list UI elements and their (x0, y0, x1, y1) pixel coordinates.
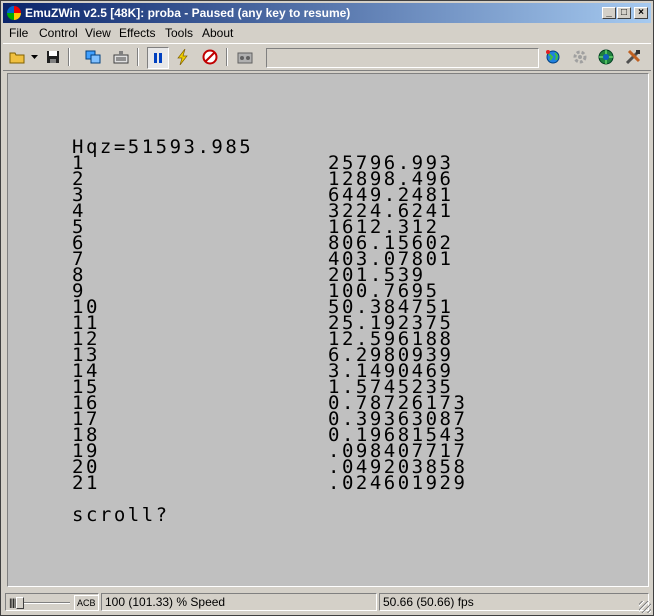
frequency-header: Hqz=51593.985 (72, 136, 254, 158)
speed-field[interactable] (266, 48, 539, 68)
tools-icon[interactable] (623, 47, 643, 67)
toolbar-separator (226, 48, 228, 66)
menu-bar: File Control View Effects Tools About (3, 24, 651, 42)
menu-control[interactable]: Control (39, 26, 78, 40)
fps-status: 50.66 (50.66) fps (379, 593, 649, 611)
pause-icon[interactable] (147, 47, 169, 69)
emulator-screen[interactable]: Hqz=51593.985 1 25796.993 2 12898.496 3 6449.… (9, 75, 647, 585)
window-title: EmuZWin v2.5 [48K]: proba - Paused (any … (25, 6, 351, 20)
acb-button[interactable]: ACB (74, 595, 98, 610)
slider-ticks: |||| (9, 598, 16, 609)
open-folder-icon[interactable] (7, 47, 27, 67)
tape-icon[interactable] (235, 47, 255, 67)
no-sound-icon[interactable] (200, 47, 220, 67)
emulator-window: EmuZWin v2.5 [48K]: proba - Paused (any … (0, 0, 654, 616)
menu-tools[interactable]: Tools (165, 26, 193, 40)
menu-file[interactable]: File (9, 26, 28, 40)
keyboard-icon[interactable] (111, 47, 131, 67)
volume-slider-track[interactable] (20, 602, 70, 604)
menu-view[interactable]: View (85, 26, 111, 40)
menu-about[interactable]: About (202, 26, 233, 40)
maximize-button[interactable]: □ (617, 7, 631, 19)
app-icon[interactable] (7, 6, 21, 20)
globe-icon[interactable] (596, 47, 616, 67)
dropdown-arrow-icon[interactable] (29, 47, 39, 67)
web-icon[interactable] (543, 47, 563, 67)
row-value: .024601929 (328, 472, 468, 494)
title-bar[interactable]: EmuZWin v2.5 [48K]: proba - Paused (any … (3, 3, 651, 23)
gear-icon[interactable] (570, 47, 590, 67)
snapshot-icon[interactable] (83, 47, 103, 67)
lightning-icon[interactable] (173, 47, 193, 67)
volume-panel: |||| ACB (5, 593, 99, 611)
resize-grip[interactable] (639, 601, 651, 613)
menu-effects[interactable]: Effects (119, 26, 155, 40)
toolbar-separator (68, 48, 70, 66)
row-index: 21 (72, 472, 100, 494)
status-bar: |||| ACB 100 (101.33) % Speed 50.66 (50.… (3, 591, 651, 613)
save-disk-icon[interactable] (43, 47, 63, 67)
toolbar (3, 43, 651, 71)
speed-status: 100 (101.33) % Speed (101, 593, 377, 611)
close-button[interactable]: × (634, 7, 648, 19)
volume-slider-thumb[interactable] (16, 597, 24, 609)
toolbar-separator (137, 48, 139, 66)
scroll-prompt: scroll? (72, 504, 170, 526)
minimize-button[interactable]: _ (602, 7, 616, 19)
